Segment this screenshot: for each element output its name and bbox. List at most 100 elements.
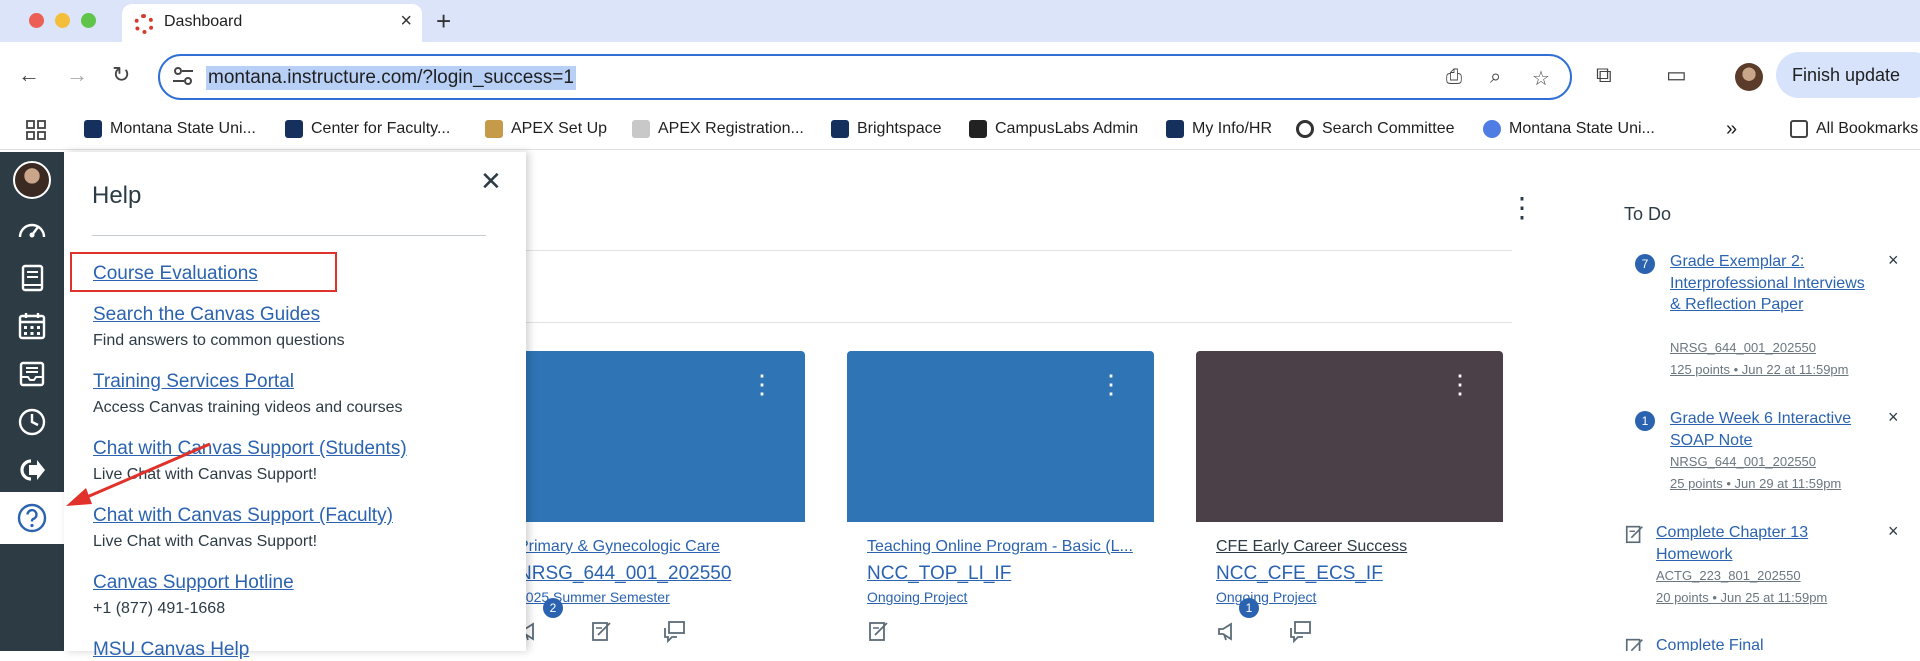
annotation-arrow-icon — [66, 442, 211, 506]
tab-close-icon[interactable]: × — [400, 10, 412, 33]
assignments-icon[interactable] — [867, 619, 891, 643]
announcement-count-badge: 1 — [1239, 598, 1259, 618]
bookmark-item[interactable]: Montana State Uni... — [1483, 118, 1655, 140]
card-course-term: 2025 Summer Semester — [518, 589, 670, 605]
forward-arrow-icon[interactable]: → — [66, 62, 88, 88]
new-tab-icon[interactable]: + — [436, 6, 451, 37]
card-course-title[interactable]: Teaching Online Program - Basic (L... — [867, 538, 1147, 556]
card-options-kebab-icon[interactable]: ⋮ — [1447, 371, 1473, 397]
dashboard-options-kebab-icon[interactable]: ⋮ — [1508, 194, 1536, 222]
card-hero[interactable]: ⋮ — [847, 351, 1154, 522]
assignments-icon[interactable] — [590, 619, 614, 643]
todo-heading: To Do — [1624, 204, 1672, 224]
todo-count-badge: 7 — [1635, 254, 1655, 274]
folder-icon — [1790, 120, 1808, 138]
bookmark-item[interactable]: APEX Registration... — [632, 118, 804, 140]
commons-nav-item[interactable] — [0, 446, 64, 494]
bookmark-item[interactable]: Brightspace — [831, 118, 942, 140]
card-actions — [867, 619, 891, 643]
bookmark-label: APEX Set Up — [511, 120, 608, 137]
profile-avatar[interactable] — [1735, 63, 1763, 91]
bookmark-item[interactable]: Center for Faculty... — [285, 118, 450, 140]
tray-divider — [92, 235, 486, 236]
address-bar[interactable]: montana.instructure.com/?login_success=1… — [158, 54, 1572, 100]
courses-nav-item[interactable] — [0, 254, 64, 302]
card-course-code[interactable]: NCC_CFE_ECS_IF — [1216, 563, 1383, 585]
all-bookmarks-item[interactable]: All Bookmarks — [1790, 118, 1918, 140]
apex-icon — [632, 120, 650, 138]
calendar-nav-item[interactable] — [0, 302, 64, 350]
msu-icon — [84, 120, 102, 138]
card-course-code[interactable]: NCC_TOP_LI_IF — [867, 563, 1011, 585]
dismiss-todo-icon[interactable]: × — [1888, 407, 1899, 428]
card-course-code[interactable]: NRSG_644_001_202550 — [518, 563, 731, 585]
help-link-msu-canvas-help[interactable]: MSU Canvas Help — [93, 639, 249, 661]
site-settings-icon[interactable] — [172, 66, 194, 86]
apex-icon — [485, 120, 503, 138]
dismiss-todo-icon[interactable]: × — [1888, 521, 1899, 542]
card-course-title[interactable]: Primary & Gynecologic Care — [518, 538, 798, 556]
discussions-icon[interactable] — [662, 619, 686, 643]
canvas-favicon-icon — [134, 14, 154, 34]
card-course-title[interactable]: CFE Early Career Success — [1216, 538, 1496, 556]
assignment-icon — [1625, 638, 1643, 651]
bookmark-item[interactable]: APEX Set Up — [485, 118, 607, 140]
bookmark-item[interactable]: My Info/HR — [1166, 118, 1272, 140]
close-window-button[interactable] — [29, 13, 44, 28]
help-desc: Find answers to common questions — [93, 332, 345, 349]
back-arrow-icon[interactable]: ← — [18, 62, 40, 88]
close-tray-icon[interactable]: ✕ — [480, 166, 502, 197]
todo-item-course[interactable]: NRSG_644_001_202550 — [1670, 340, 1816, 355]
zoom-icon[interactable]: ⌕ — [1490, 66, 1501, 89]
course-card[interactable]: ⋮ Primary & Gynecologic Care NRSG_644_00… — [498, 351, 805, 651]
todo-item-link[interactable]: Grade Week 6 Interactive SOAP Note — [1670, 408, 1870, 451]
course-card[interactable]: ⋮ CFE Early Career Success NCC_CFE_ECS_I… — [1196, 351, 1503, 651]
bookmarks-overflow-icon[interactable]: » — [1726, 118, 1737, 140]
dashboard-nav-item[interactable] — [0, 206, 64, 254]
bookmark-item[interactable]: Montana State Uni... — [84, 118, 256, 140]
msu-icon — [1483, 120, 1501, 138]
help-nav-item[interactable] — [0, 492, 64, 544]
todo-item-course[interactable]: ACTG_223_801_202550 — [1656, 568, 1801, 583]
todo-item-link[interactable]: Complete Chapter 13 Homework — [1656, 522, 1876, 565]
help-link-support-hotline[interactable]: Canvas Support Hotline — [93, 572, 294, 594]
help-link-training-portal[interactable]: Training Services Portal — [93, 371, 294, 393]
bookmark-item[interactable]: CampusLabs Admin — [969, 118, 1138, 140]
maximize-window-button[interactable] — [81, 13, 96, 28]
bookmark-label: Brightspace — [857, 120, 942, 137]
dismiss-todo-icon[interactable]: × — [1888, 250, 1899, 271]
finish-update-button[interactable]: Finish update — [1776, 52, 1920, 98]
extensions-puzzle-icon[interactable]: ⧉ — [1596, 62, 1612, 88]
todo-item-link[interactable]: Complete Final — [1656, 635, 1876, 651]
apps-grid-icon[interactable] — [26, 120, 46, 140]
tab-search-icon[interactable]: ▭ — [1666, 62, 1687, 88]
account-avatar[interactable] — [13, 161, 51, 199]
inbox-nav-item[interactable] — [0, 350, 64, 398]
history-nav-item[interactable] — [0, 398, 64, 446]
discussions-icon[interactable] — [1288, 619, 1312, 643]
todo-item-meta[interactable]: 125 points • Jun 22 at 11:59pm — [1670, 362, 1849, 377]
todo-item-meta[interactable]: 20 points • Jun 25 at 11:59pm — [1656, 590, 1827, 605]
card-hero[interactable]: ⋮ — [1196, 351, 1503, 522]
reload-icon[interactable]: ↻ — [112, 62, 130, 88]
card-hero[interactable]: ⋮ — [498, 351, 805, 522]
card-options-kebab-icon[interactable]: ⋮ — [1098, 371, 1124, 397]
install-app-icon[interactable]: ⎙ — [1446, 66, 1462, 89]
help-link-canvas-guides[interactable]: Search the Canvas Guides — [93, 304, 320, 326]
card-options-kebab-icon[interactable]: ⋮ — [749, 371, 775, 397]
bookmark-star-icon[interactable]: ☆ — [1532, 66, 1550, 91]
tab-title: Dashboard — [164, 13, 243, 30]
help-desc: Access Canvas training videos and course… — [93, 399, 403, 416]
announcements-megaphone-icon[interactable] — [1216, 619, 1240, 643]
todo-item-meta[interactable]: 25 points • Jun 29 at 11:59pm — [1670, 476, 1841, 491]
announcement-count-badge: 2 — [543, 598, 563, 618]
minimize-window-button[interactable] — [55, 13, 70, 28]
help-desc: Live Chat with Canvas Support! — [93, 533, 318, 550]
url-text[interactable]: montana.instructure.com/?login_success=1 — [206, 66, 576, 90]
todo-item-link[interactable]: Grade Exemplar 2: Interprofessional Inte… — [1670, 251, 1870, 316]
browser-tab[interactable]: Dashboard × — [122, 4, 422, 42]
bookmark-item[interactable]: Search Committee — [1296, 118, 1455, 140]
help-link-course-evaluations[interactable]: Course Evaluations — [93, 263, 258, 285]
todo-item-course[interactable]: NRSG_644_001_202550 — [1670, 454, 1816, 469]
course-card[interactable]: ⋮ Teaching Online Program - Basic (L... … — [847, 351, 1154, 651]
